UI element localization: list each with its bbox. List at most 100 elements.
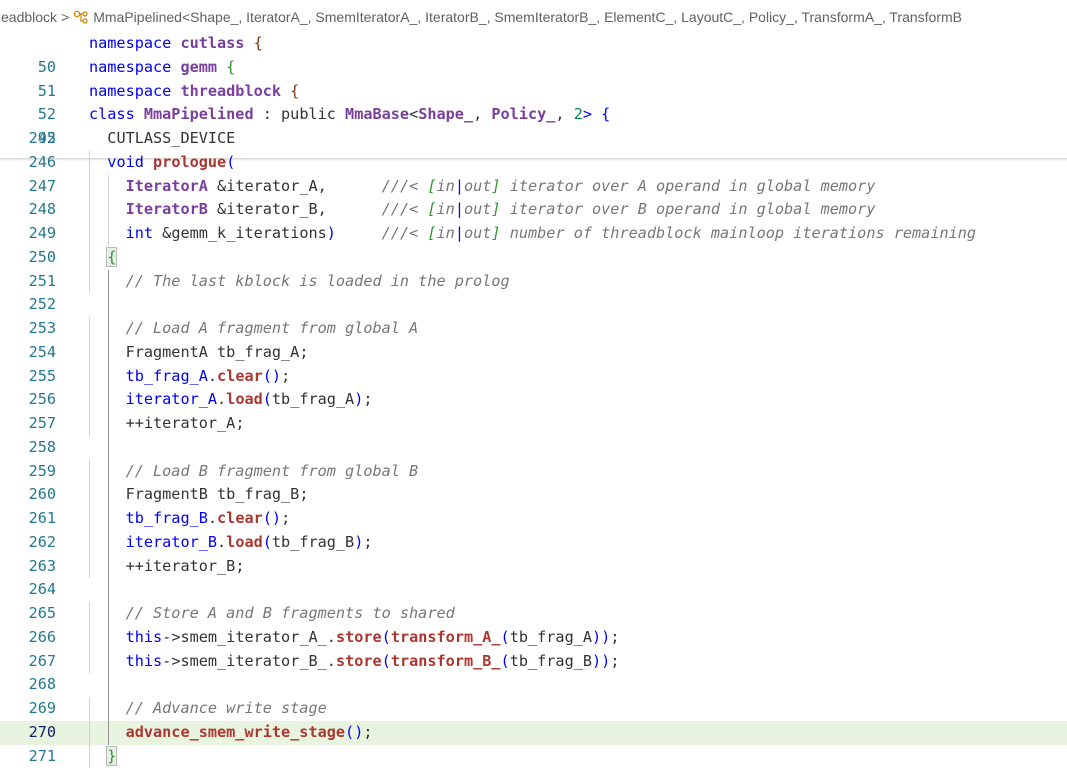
code-line[interactable]: 268 — [0, 673, 1067, 697]
code-text: IteratorB &iterator_B, ///< [in|out] ite… — [125, 200, 876, 219]
code-line[interactable]: 270 advance_smem_write_stage(); — [0, 720, 1067, 745]
line-number: 258 — [28, 437, 56, 456]
line-number: 266 — [28, 627, 56, 646]
indent-guide — [89, 174, 90, 199]
sticky-line[interactable]: 51 namespace gemm { — [0, 56, 1067, 100]
code-line[interactable]: 248 IteratorB &iterator_B, ///< [in|out]… — [0, 198, 1067, 222]
code-text: int &gemm_k_iterations) ///< [in|out] nu… — [125, 224, 977, 242]
line-number: 260 — [28, 485, 56, 504]
class-symbol-icon — [73, 10, 88, 24]
line-number: 257 — [28, 414, 56, 432]
line-number: 252 — [28, 295, 56, 314]
code-line[interactable]: 262 iterator_B.load(tb_frag_B); — [0, 530, 1067, 555]
code-body[interactable]: 245 CUTLASS_DEVICE 246 void prologue(247 … — [0, 127, 1067, 769]
code-text: // Load A fragment from global A — [125, 319, 419, 337]
line-number: 250 — [28, 247, 56, 266]
indent-guide — [89, 697, 90, 721]
code-text: iterator_A.load(tb_frag_A); — [125, 390, 373, 409]
breadcrumb-prefix[interactable]: eadblock — [1, 9, 57, 25]
indent-guide — [89, 602, 90, 626]
code-line[interactable]: 246 void prologue( — [0, 150, 1067, 175]
line-number: 265 — [28, 604, 56, 622]
line-number: 267 — [28, 651, 56, 670]
code-line[interactable]: 258 — [0, 435, 1067, 460]
code-text: // Store A and B fragments to shared — [125, 604, 455, 622]
indent-guide — [108, 364, 109, 389]
code-line[interactable]: 255 tb_frag_A.clear(); — [0, 364, 1067, 389]
code-text: tb_frag_B.clear(); — [125, 509, 291, 527]
indent-guide — [89, 507, 90, 531]
indent-guide — [89, 317, 90, 341]
code-editor[interactable]: 50 namespace cutlass { 51 namespace gemm… — [0, 32, 1067, 769]
indent-guide — [89, 720, 90, 745]
code-text: FragmentA tb_frag_A; — [125, 342, 309, 361]
line-number: 262 — [28, 532, 56, 551]
indent-guide — [89, 483, 90, 507]
line-number: 249 — [28, 224, 56, 242]
code-line[interactable]: 256 iterator_A.load(tb_frag_A); — [0, 388, 1067, 412]
code-line[interactable]: 271 } — [0, 744, 1067, 769]
code-line[interactable]: 259 // Load B fragment from global B — [0, 459, 1067, 484]
indent-guide — [108, 507, 109, 531]
code-text: CUTLASS_DEVICE — [107, 129, 236, 147]
line-number: 264 — [28, 580, 56, 599]
line-number: 247 — [28, 176, 56, 195]
sticky-scroll[interactable]: 50 namespace cutlass { 51 namespace gemm… — [0, 32, 1067, 147]
line-number: 269 — [28, 699, 56, 717]
indent-guide — [108, 412, 109, 436]
code-text: IteratorA &iterator_A, ///< [in|out] ite… — [125, 176, 876, 195]
line-number: 261 — [28, 509, 56, 527]
line-number: 271 — [28, 746, 56, 765]
indent-guide — [108, 293, 109, 317]
code-line[interactable]: 250 { — [0, 245, 1067, 270]
code-text: this->smem_iterator_B_.store(transform_B… — [125, 651, 620, 670]
indent-guide — [108, 625, 109, 650]
breadcrumb-symbol[interactable]: MmaPipelined<Shape_, IteratorA_, SmemIte… — [93, 9, 962, 25]
code-line[interactable]: 266 this->smem_iterator_A_.store(transfo… — [0, 625, 1067, 650]
code-text: tb_frag_A.clear(); — [125, 366, 291, 385]
code-line[interactable]: 247 IteratorA &iterator_A, ///< [in|out]… — [0, 174, 1067, 199]
indent-guide — [108, 530, 109, 555]
line-number: 245 — [28, 129, 56, 147]
breadcrumb: eadblock > MmaPipelined<Shape_, IteratorA_… — [0, 0, 1067, 32]
indent-guide — [108, 198, 109, 222]
code-text: { — [106, 246, 118, 267]
indent-guide — [89, 744, 90, 769]
code-text: ++iterator_A; — [125, 414, 245, 432]
indent-guide — [89, 625, 90, 650]
sticky-line[interactable]: 50 namespace cutlass { — [0, 32, 1067, 76]
indent-guide — [108, 388, 109, 412]
code-line[interactable]: 263 ++iterator_B; — [0, 554, 1067, 579]
code-line[interactable]: 265 // Store A and B fragments to shared — [0, 602, 1067, 626]
indent-guide — [89, 245, 90, 270]
sticky-line[interactable]: 92 class MmaPipelined : public MmaBase<S… — [0, 103, 1067, 147]
code-line[interactable]: 264 — [0, 578, 1067, 602]
code-line[interactable]: 252 — [0, 293, 1067, 317]
line-number: 255 — [28, 366, 56, 385]
line-number: 263 — [28, 556, 56, 575]
code-line[interactable]: 251 // The last kblock is loaded in the … — [0, 269, 1067, 294]
indent-guide — [89, 150, 90, 175]
code-text: FragmentB tb_frag_B; — [125, 485, 309, 504]
indent-guide — [89, 388, 90, 412]
line-number: 256 — [28, 390, 56, 409]
indent-guide — [108, 340, 109, 365]
code-line[interactable]: 267 this->smem_iterator_B_.store(transfo… — [0, 649, 1067, 674]
code-line[interactable]: 249 int &gemm_k_iterations) ///< [in|out… — [0, 222, 1067, 246]
indent-guide — [108, 483, 109, 507]
code-line[interactable]: 269 // Advance write stage — [0, 697, 1067, 721]
line-number: 268 — [28, 675, 56, 694]
code-line[interactable]: 253 // Load A fragment from global A — [0, 317, 1067, 341]
code-line[interactable]: 260 FragmentB tb_frag_B; — [0, 483, 1067, 507]
code-text: iterator_B.load(tb_frag_B); — [125, 532, 373, 551]
code-line[interactable]: 261 tb_frag_B.clear(); — [0, 507, 1067, 531]
indent-guide — [108, 317, 109, 341]
line-number: 251 — [28, 271, 56, 290]
sticky-line[interactable]: 52 namespace threadblock { — [0, 80, 1067, 124]
code-text: } — [106, 745, 118, 766]
code-line[interactable]: 254 FragmentA tb_frag_A; — [0, 340, 1067, 365]
line-number: 254 — [28, 342, 56, 361]
indent-guide — [108, 222, 109, 246]
code-line[interactable]: 257 ++iterator_A; — [0, 412, 1067, 436]
code-line[interactable]: 245 CUTLASS_DEVICE — [0, 127, 1067, 151]
